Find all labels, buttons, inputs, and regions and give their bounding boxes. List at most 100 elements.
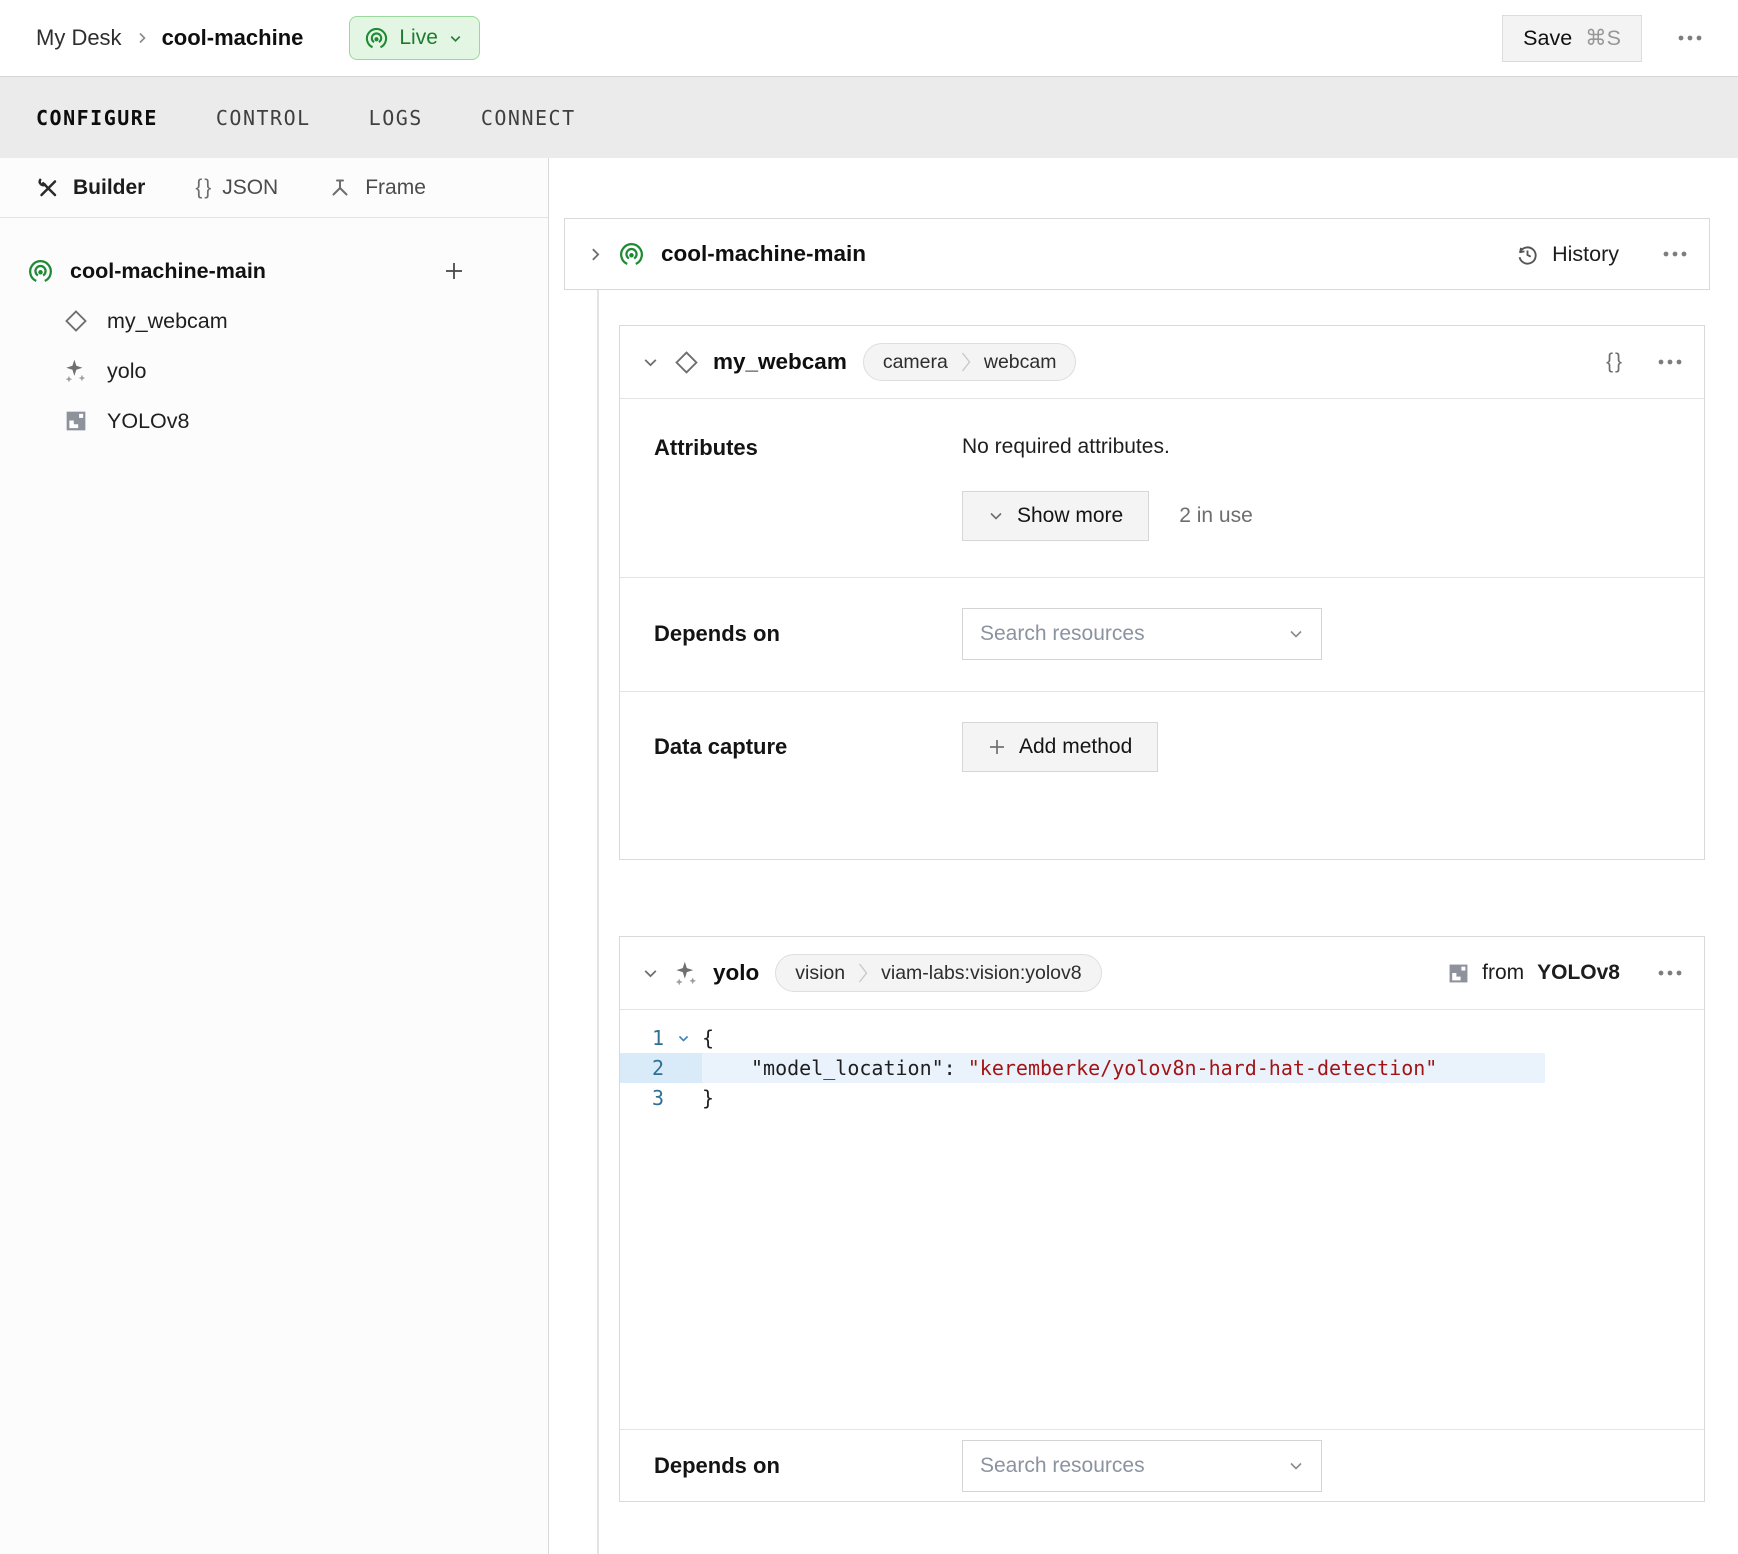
from-module-name: YOLOv8	[1537, 961, 1620, 985]
sparkles-icon	[673, 960, 700, 987]
tree-item-label: YOLOv8	[107, 409, 189, 434]
save-button[interactable]: Save ⌘S	[1502, 15, 1642, 62]
attributes-actions: Show more 2 in use	[962, 491, 1253, 541]
tree-item-machine-part[interactable]: cool-machine-main	[0, 246, 548, 296]
camera-component-icon	[673, 349, 700, 376]
save-button-label: Save	[1523, 26, 1572, 51]
code-line-active: 2 "model_location": "keremberke/yolov8n-…	[620, 1053, 1704, 1083]
depends-on-placeholder: Search resources	[980, 1454, 1288, 1478]
show-more-button[interactable]: Show more	[962, 491, 1149, 541]
config-sidebar: Builder JSON Frame	[0, 158, 549, 1554]
pill-chevron-icon	[858, 962, 868, 984]
mode-json-label: JSON	[222, 176, 278, 200]
mode-frame[interactable]: Frame	[328, 176, 426, 200]
fold-spacer	[664, 1053, 702, 1083]
history-clock-icon	[1515, 242, 1540, 267]
depends-on-select[interactable]: Search resources	[962, 608, 1322, 660]
machine-part-title: cool-machine-main	[661, 241, 866, 267]
attributes-in-use-count: 2 in use	[1179, 504, 1253, 528]
depends-on-select[interactable]: Search resources	[962, 1440, 1322, 1492]
top-bar: My Desk cool-machine Live Save ⌘S	[0, 0, 1738, 76]
attributes-empty-text: No required attributes.	[962, 435, 1253, 459]
yolo-header-actions: from YOLOv8	[1448, 961, 1682, 985]
depends-on-section: Depends on Search resources	[620, 577, 1704, 691]
code-line: 3 }	[620, 1083, 1704, 1113]
add-resource-button[interactable]	[436, 253, 472, 289]
frame-icon	[328, 176, 352, 200]
machine-part-card: cool-machine-main History	[564, 218, 1710, 290]
add-method-label: Add method	[1019, 735, 1132, 759]
resource-type: camera	[883, 351, 948, 374]
tab-connect[interactable]: CONNECT	[481, 106, 576, 130]
save-shortcut: ⌘S	[1585, 26, 1621, 51]
tab-control[interactable]: CONTROL	[216, 106, 311, 130]
webcam-resource-card: my_webcam camera webcam Attributes	[619, 325, 1705, 860]
chevron-down-icon	[988, 508, 1004, 524]
viam-app: My Desk cool-machine Live Save ⌘S	[0, 0, 1738, 1554]
fold-chevron-icon[interactable]	[664, 1023, 702, 1053]
webcam-overflow-menu[interactable]	[1658, 359, 1682, 365]
collapse-chevron-icon[interactable]	[642, 354, 659, 371]
resource-type: vision	[795, 962, 845, 985]
chevron-right-icon[interactable]	[587, 246, 604, 263]
pill-chevron-icon	[961, 351, 971, 373]
machine-status-label: Live	[399, 26, 438, 50]
fold-spacer	[664, 1083, 702, 1113]
from-label: from	[1482, 961, 1524, 985]
data-capture-section: Data capture Add method	[620, 691, 1704, 859]
attributes-section: Attributes No required attributes. Show …	[620, 398, 1704, 577]
config-main-panel: cool-machine-main History	[549, 158, 1738, 1554]
tree-item-label: cool-machine-main	[70, 259, 266, 284]
machine-status-dropdown[interactable]: Live	[349, 16, 480, 60]
tree-item-my-webcam[interactable]: my_webcam	[0, 296, 548, 346]
attributes-content: No required attributes. Show more 2 in u…	[962, 435, 1253, 541]
tree-item-yolo[interactable]: yolo	[0, 346, 548, 396]
yolo-resource-card: yolo vision viam-labs:vision:yolov8	[619, 936, 1705, 1502]
topbar-overflow-menu[interactable]	[1678, 35, 1702, 41]
tools-icon	[36, 176, 60, 200]
code-line: 1 {	[620, 1023, 1704, 1053]
module-icon	[1448, 963, 1469, 984]
webcam-header-actions	[1606, 350, 1682, 374]
breadcrumb-parent[interactable]: My Desk	[36, 25, 122, 51]
mode-frame-label: Frame	[365, 176, 426, 200]
sparkles-icon	[62, 358, 90, 384]
json-mode-icon[interactable]	[1606, 350, 1620, 374]
attributes-json-editor[interactable]: 1 { 2 "model_location": "keremberke/yolo…	[620, 1009, 1704, 1429]
resource-tree: cool-machine-main my_webcam	[0, 218, 548, 446]
depends-on-placeholder: Search resources	[980, 622, 1288, 646]
resource-type-badge: camera webcam	[863, 343, 1077, 381]
line-number: 3	[620, 1083, 664, 1113]
module-icon	[62, 410, 90, 432]
resource-type-badge: vision viam-labs:vision:yolov8	[775, 954, 1101, 992]
history-button[interactable]: History	[1515, 242, 1619, 267]
show-more-label: Show more	[1017, 504, 1123, 528]
code-text: "model_location": "keremberke/yolov8n-ha…	[702, 1053, 1437, 1083]
json-string-value: "keremberke/yolov8n-hard-hat-detection"	[968, 1056, 1438, 1080]
resource-model: viam-labs:vision:yolov8	[881, 962, 1082, 985]
mode-builder[interactable]: Builder	[36, 176, 145, 200]
tree-connector-line	[597, 290, 599, 1554]
braces-icon	[195, 176, 209, 200]
code-text: {	[702, 1023, 714, 1053]
collapse-chevron-icon[interactable]	[642, 965, 659, 982]
webcam-card-header: my_webcam camera webcam	[620, 326, 1704, 398]
camera-component-icon	[62, 308, 90, 334]
mode-json[interactable]: JSON	[195, 176, 278, 200]
tab-logs[interactable]: LOGS	[369, 106, 423, 130]
breadcrumb-chevron-icon	[134, 30, 150, 46]
breadcrumb-current: cool-machine	[162, 25, 304, 51]
part-overflow-menu[interactable]	[1663, 251, 1687, 257]
from-module-link[interactable]: from YOLOv8	[1448, 961, 1620, 985]
resource-model: webcam	[984, 351, 1057, 374]
resource-name: yolo	[713, 960, 759, 986]
yolo-card-header: yolo vision viam-labs:vision:yolov8	[620, 937, 1704, 1009]
chevron-down-icon	[1288, 626, 1304, 642]
history-label: History	[1552, 242, 1619, 267]
json-key: "model_location"	[751, 1056, 944, 1080]
line-number: 1	[620, 1023, 664, 1053]
tab-configure[interactable]: CONFIGURE	[36, 106, 158, 130]
add-method-button[interactable]: Add method	[962, 722, 1158, 772]
yolo-overflow-menu[interactable]	[1658, 970, 1682, 976]
tree-item-yolov8-module[interactable]: YOLOv8	[0, 396, 548, 446]
